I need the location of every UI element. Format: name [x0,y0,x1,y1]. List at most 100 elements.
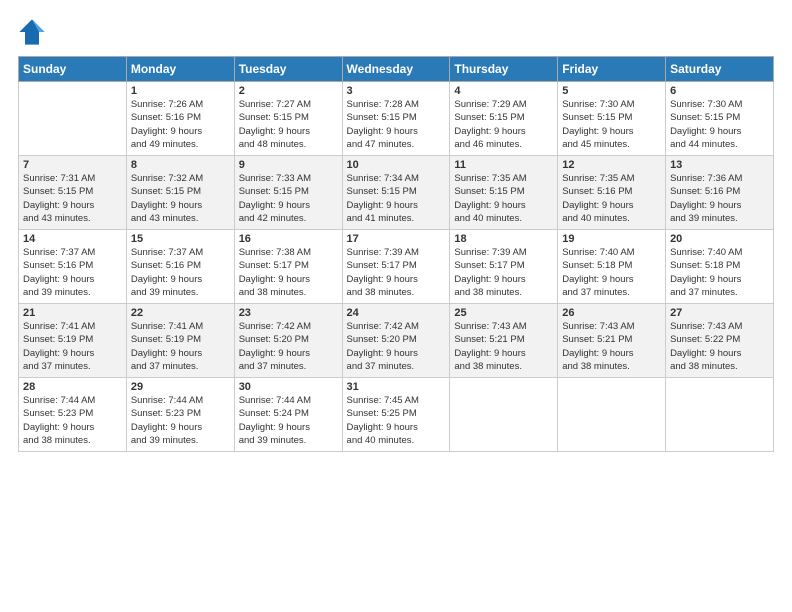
day-info: Sunrise: 7:38 AMSunset: 5:17 PMDaylight:… [239,246,338,299]
day-number: 15 [131,233,230,245]
day-number: 4 [454,85,553,97]
day-info: Sunrise: 7:45 AMSunset: 5:25 PMDaylight:… [347,394,446,447]
week-row-0: 1Sunrise: 7:26 AMSunset: 5:16 PMDaylight… [19,82,774,156]
day-cell: 9Sunrise: 7:33 AMSunset: 5:15 PMDaylight… [234,156,342,230]
day-cell [666,378,774,452]
day-cell: 15Sunrise: 7:37 AMSunset: 5:16 PMDayligh… [126,230,234,304]
day-info: Sunrise: 7:28 AMSunset: 5:15 PMDaylight:… [347,98,446,151]
day-number: 29 [131,381,230,393]
calendar-header: SundayMondayTuesdayWednesdayThursdayFrid… [19,57,774,82]
day-cell: 24Sunrise: 7:42 AMSunset: 5:20 PMDayligh… [342,304,450,378]
calendar-body: 1Sunrise: 7:26 AMSunset: 5:16 PMDaylight… [19,82,774,452]
day-cell: 14Sunrise: 7:37 AMSunset: 5:16 PMDayligh… [19,230,127,304]
day-number: 16 [239,233,338,245]
day-info: Sunrise: 7:34 AMSunset: 5:15 PMDaylight:… [347,172,446,225]
day-cell: 6Sunrise: 7:30 AMSunset: 5:15 PMDaylight… [666,82,774,156]
day-cell: 7Sunrise: 7:31 AMSunset: 5:15 PMDaylight… [19,156,127,230]
day-cell: 28Sunrise: 7:44 AMSunset: 5:23 PMDayligh… [19,378,127,452]
day-number: 19 [562,233,661,245]
day-cell: 29Sunrise: 7:44 AMSunset: 5:23 PMDayligh… [126,378,234,452]
day-cell: 8Sunrise: 7:32 AMSunset: 5:15 PMDaylight… [126,156,234,230]
day-number: 26 [562,307,661,319]
header-row: SundayMondayTuesdayWednesdayThursdayFrid… [19,57,774,82]
day-number: 27 [670,307,769,319]
week-row-2: 14Sunrise: 7:37 AMSunset: 5:16 PMDayligh… [19,230,774,304]
day-cell: 21Sunrise: 7:41 AMSunset: 5:19 PMDayligh… [19,304,127,378]
day-number: 11 [454,159,553,171]
day-number: 9 [239,159,338,171]
day-cell [450,378,558,452]
day-info: Sunrise: 7:27 AMSunset: 5:15 PMDaylight:… [239,98,338,151]
day-cell: 1Sunrise: 7:26 AMSunset: 5:16 PMDaylight… [126,82,234,156]
header-cell-monday: Monday [126,57,234,82]
header-cell-saturday: Saturday [666,57,774,82]
day-info: Sunrise: 7:40 AMSunset: 5:18 PMDaylight:… [670,246,769,299]
day-cell: 23Sunrise: 7:42 AMSunset: 5:20 PMDayligh… [234,304,342,378]
day-cell: 2Sunrise: 7:27 AMSunset: 5:15 PMDaylight… [234,82,342,156]
day-number: 12 [562,159,661,171]
day-cell: 11Sunrise: 7:35 AMSunset: 5:15 PMDayligh… [450,156,558,230]
day-cell: 20Sunrise: 7:40 AMSunset: 5:18 PMDayligh… [666,230,774,304]
day-cell: 13Sunrise: 7:36 AMSunset: 5:16 PMDayligh… [666,156,774,230]
day-number: 23 [239,307,338,319]
day-info: Sunrise: 7:26 AMSunset: 5:16 PMDaylight:… [131,98,230,151]
logo [18,18,50,46]
header-cell-friday: Friday [558,57,666,82]
day-number: 8 [131,159,230,171]
page: SundayMondayTuesdayWednesdayThursdayFrid… [0,0,792,612]
day-cell [19,82,127,156]
day-number: 14 [23,233,122,245]
day-cell: 26Sunrise: 7:43 AMSunset: 5:21 PMDayligh… [558,304,666,378]
day-info: Sunrise: 7:32 AMSunset: 5:15 PMDaylight:… [131,172,230,225]
day-cell: 17Sunrise: 7:39 AMSunset: 5:17 PMDayligh… [342,230,450,304]
header-cell-sunday: Sunday [19,57,127,82]
day-info: Sunrise: 7:42 AMSunset: 5:20 PMDaylight:… [239,320,338,373]
day-info: Sunrise: 7:44 AMSunset: 5:23 PMDaylight:… [131,394,230,447]
day-cell [558,378,666,452]
header-cell-tuesday: Tuesday [234,57,342,82]
day-number: 7 [23,159,122,171]
day-info: Sunrise: 7:42 AMSunset: 5:20 PMDaylight:… [347,320,446,373]
day-number: 2 [239,85,338,97]
day-cell: 4Sunrise: 7:29 AMSunset: 5:15 PMDaylight… [450,82,558,156]
day-number: 13 [670,159,769,171]
logo-icon [18,18,46,46]
day-cell: 22Sunrise: 7:41 AMSunset: 5:19 PMDayligh… [126,304,234,378]
day-cell: 19Sunrise: 7:40 AMSunset: 5:18 PMDayligh… [558,230,666,304]
day-info: Sunrise: 7:43 AMSunset: 5:21 PMDaylight:… [562,320,661,373]
day-number: 18 [454,233,553,245]
day-number: 20 [670,233,769,245]
day-info: Sunrise: 7:31 AMSunset: 5:15 PMDaylight:… [23,172,122,225]
day-number: 22 [131,307,230,319]
day-number: 1 [131,85,230,97]
day-number: 5 [562,85,661,97]
day-cell: 30Sunrise: 7:44 AMSunset: 5:24 PMDayligh… [234,378,342,452]
header-cell-wednesday: Wednesday [342,57,450,82]
day-info: Sunrise: 7:35 AMSunset: 5:15 PMDaylight:… [454,172,553,225]
day-info: Sunrise: 7:36 AMSunset: 5:16 PMDaylight:… [670,172,769,225]
week-row-1: 7Sunrise: 7:31 AMSunset: 5:15 PMDaylight… [19,156,774,230]
day-info: Sunrise: 7:35 AMSunset: 5:16 PMDaylight:… [562,172,661,225]
day-info: Sunrise: 7:37 AMSunset: 5:16 PMDaylight:… [23,246,122,299]
day-cell: 10Sunrise: 7:34 AMSunset: 5:15 PMDayligh… [342,156,450,230]
week-row-4: 28Sunrise: 7:44 AMSunset: 5:23 PMDayligh… [19,378,774,452]
day-number: 25 [454,307,553,319]
day-info: Sunrise: 7:30 AMSunset: 5:15 PMDaylight:… [670,98,769,151]
day-cell: 12Sunrise: 7:35 AMSunset: 5:16 PMDayligh… [558,156,666,230]
day-number: 6 [670,85,769,97]
day-number: 3 [347,85,446,97]
day-cell: 3Sunrise: 7:28 AMSunset: 5:15 PMDaylight… [342,82,450,156]
calendar-table: SundayMondayTuesdayWednesdayThursdayFrid… [18,56,774,452]
day-cell: 5Sunrise: 7:30 AMSunset: 5:15 PMDaylight… [558,82,666,156]
week-row-3: 21Sunrise: 7:41 AMSunset: 5:19 PMDayligh… [19,304,774,378]
day-number: 10 [347,159,446,171]
day-info: Sunrise: 7:41 AMSunset: 5:19 PMDaylight:… [23,320,122,373]
day-cell: 18Sunrise: 7:39 AMSunset: 5:17 PMDayligh… [450,230,558,304]
header [18,18,774,46]
day-info: Sunrise: 7:44 AMSunset: 5:24 PMDaylight:… [239,394,338,447]
day-info: Sunrise: 7:30 AMSunset: 5:15 PMDaylight:… [562,98,661,151]
day-info: Sunrise: 7:43 AMSunset: 5:21 PMDaylight:… [454,320,553,373]
day-cell: 16Sunrise: 7:38 AMSunset: 5:17 PMDayligh… [234,230,342,304]
day-cell: 31Sunrise: 7:45 AMSunset: 5:25 PMDayligh… [342,378,450,452]
day-info: Sunrise: 7:33 AMSunset: 5:15 PMDaylight:… [239,172,338,225]
